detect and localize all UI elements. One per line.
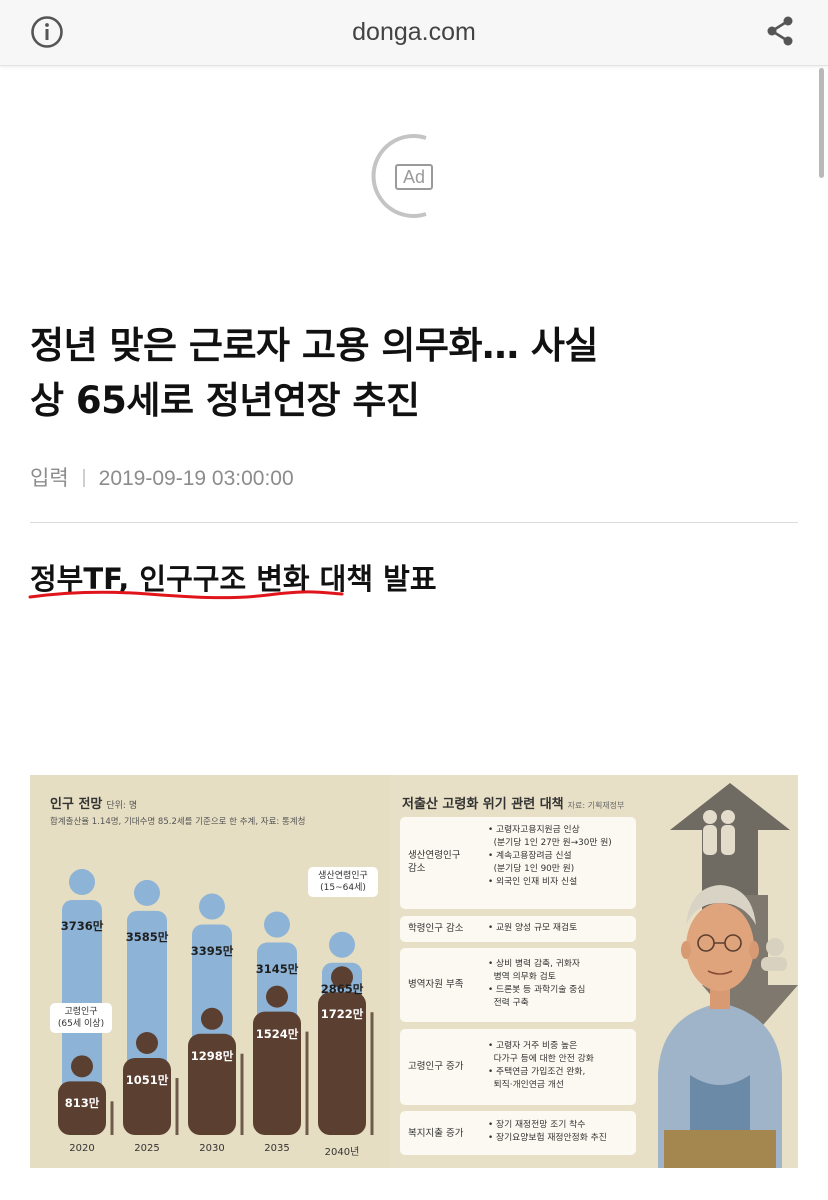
article-headline: 정년 맞은 근로자 고용 의무화… 사실 상 65세로 정년연장 추진 xyxy=(30,318,800,428)
policy-items: • 고령자고용지원금 인상 (분기당 1인 27만 원→30만 원) • 계속고… xyxy=(488,825,612,887)
working-age-value: 3585만 xyxy=(125,929,169,944)
population-infographic: 인구 전망 단위: 명 합계출산율 1.14명, 기대수명 85.2세를 기준으로… xyxy=(30,775,798,1168)
chart-title-text: 인구 전망 xyxy=(50,797,103,812)
policy-category: 학령인구 감소 xyxy=(408,923,464,934)
policy-items: • 상비 병력 감축, 귀화자 병역 의무화 검토 • 드론봇 등 과학기술 중… xyxy=(488,959,586,1008)
ad-placeholder[interactable]: Ad xyxy=(364,128,464,228)
elderly-value: 1722만 xyxy=(320,1007,364,1022)
policy-category: 병역자원 부족 xyxy=(408,979,464,990)
chart-unit: 단위: 명 xyxy=(106,801,138,811)
working-callout-line2: (15~64세) xyxy=(320,883,366,893)
elderly-value: 1524만 xyxy=(255,1026,299,1041)
headline-line-2: 상 65세로 정년연장 추진 xyxy=(30,379,420,422)
elderly-figure xyxy=(123,1058,171,1135)
working-age-value: 3736만 xyxy=(60,919,104,933)
chart-note: 합계출산율 1.14명, 기대수명 85.2세를 기준으로 한 추계, 자료: … xyxy=(50,817,306,827)
working-age-value: 3395만 xyxy=(190,943,234,958)
working-age-head xyxy=(329,931,355,958)
elderly-value: 813만 xyxy=(64,1096,100,1111)
article-dateline: 입력 2019-09-19 03:00:00 xyxy=(30,462,294,492)
policy-category: 고령인구 증가 xyxy=(408,1061,464,1072)
working-age-head xyxy=(264,911,290,938)
headline-line-1: 정년 맞은 근로자 고용 의무화… 사실 xyxy=(30,324,598,367)
policy-items: • 고령자 거주 비중 높은 다가구 등에 대한 안전 강화 • 주택연금 가입… xyxy=(488,1041,594,1090)
site-domain[interactable]: donga.com xyxy=(0,18,828,47)
red-underline-mark xyxy=(28,590,344,600)
scrollbar[interactable] xyxy=(819,68,824,178)
year-label: 2040년 xyxy=(324,1147,360,1158)
working-age-head xyxy=(134,879,160,906)
divider-line xyxy=(30,522,798,523)
policy-category: 생산연령인구 감소 xyxy=(408,850,461,874)
policy-source: 자료: 기획재정부 xyxy=(567,801,625,810)
elderly-callout-line2: (65세 이상) xyxy=(57,1019,105,1029)
date-label: 입력 xyxy=(30,467,69,490)
elderly-head xyxy=(71,1055,93,1078)
elderly-callout-line1: 고령인구 xyxy=(64,1007,98,1017)
year-label: 2030 xyxy=(199,1143,225,1154)
policy-items: • 교원 양성 규모 재검토 xyxy=(488,923,578,933)
policy-title: 저출산 고령화 위기 관련 대책 자료: 기획재정부 xyxy=(402,793,624,812)
elderly-head xyxy=(266,985,288,1008)
elderly-value: 1051만 xyxy=(125,1073,169,1087)
date-value: 2019-09-19 03:00:00 xyxy=(98,467,294,490)
policy-row: 학령인구 감소 • 교원 양성 규모 재검토 xyxy=(400,916,636,942)
elderly-head xyxy=(201,1007,223,1030)
policy-row: 고령인구 증가 • 고령자 거주 비중 높은 다가구 등에 대한 안전 강화 •… xyxy=(400,1029,636,1105)
year-label: 2020 xyxy=(69,1143,95,1154)
policy-items: • 장기 재정전망 조기 착수 • 장기요양보험 재정안정화 추진 xyxy=(488,1120,607,1143)
working-age-head xyxy=(199,893,225,920)
policy-title-text: 저출산 고령화 위기 관련 대책 xyxy=(402,797,564,812)
year-label: 2025 xyxy=(134,1143,160,1154)
elderly-head xyxy=(136,1032,158,1055)
date-divider xyxy=(82,469,85,487)
elderly-value: 1298만 xyxy=(190,1048,234,1063)
policy-row: 복지지출 증가 • 장기 재정전망 조기 착수 • 장기요양보험 재정안정화 추… xyxy=(400,1111,636,1155)
ad-badge: Ad xyxy=(395,164,433,190)
working-age-value: 2865만 xyxy=(320,981,364,996)
article-body-cut: ᆫ ᆫ ᆫ ᆫ xyxy=(30,1186,164,1200)
policy-category: 복지지출 증가 xyxy=(408,1128,464,1139)
chart-title: 인구 전망 단위: 명 xyxy=(50,793,137,812)
policy-row: 병역자원 부족 • 상비 병력 감축, 귀화자 병역 의무화 검토 • 드론봇 … xyxy=(400,948,636,1022)
share-icon[interactable] xyxy=(764,14,796,48)
working-callout-line1: 생산연령인구 xyxy=(318,871,368,881)
working-age-head xyxy=(69,869,95,896)
working-age-value: 3145만 xyxy=(255,961,299,976)
year-label: 2035 xyxy=(264,1143,290,1154)
working-age-callout: 생산연령인구 (15~64세) xyxy=(308,867,378,897)
browser-top-bar: donga.com xyxy=(0,0,828,66)
elderly-callout: 고령인구 (65세 이상) xyxy=(50,1003,112,1033)
policy-row: 생산연령인구 감소 • 고령자고용지원금 인상 (분기당 1인 27만 원→30… xyxy=(400,817,636,909)
